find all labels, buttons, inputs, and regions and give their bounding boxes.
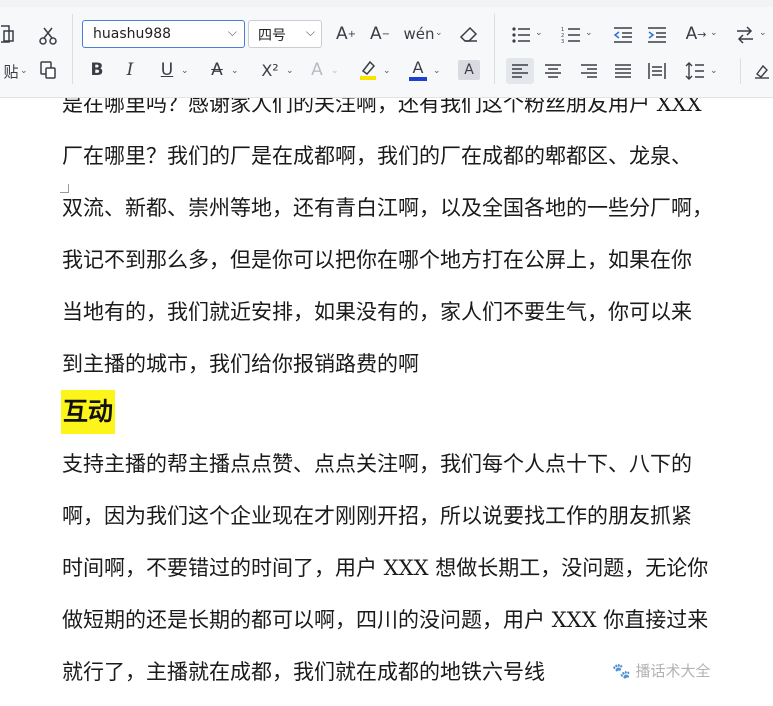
separator — [740, 58, 741, 84]
chevron-down-icon[interactable]: ⌄ — [759, 28, 767, 38]
increase-indent-icon[interactable] — [646, 24, 668, 46]
highlight-icon[interactable] — [356, 58, 380, 82]
chevron-down-icon[interactable]: ⌄ — [331, 66, 339, 76]
text-effect-icon[interactable]: A — [306, 58, 328, 82]
ribbon-toolbar: 贴 ⌄ huashu988 ⌵ 四号 ⌵ A + A − wén ⌄ B I U ⌄… — [0, 0, 773, 98]
bold-icon[interactable]: B — [86, 58, 108, 82]
styles-icon[interactable] — [752, 60, 772, 82]
align-right-icon[interactable] — [578, 60, 600, 82]
sort-icon[interactable] — [734, 24, 756, 46]
text-line: 啊，因为我们这个企业现在才刚刚开招，所以说要找工作的朋友抓紧 — [62, 504, 692, 528]
format-painter-icon[interactable] — [36, 58, 60, 82]
align-left-icon[interactable] — [506, 58, 534, 84]
text-line: 是在哪里吗？感谢家人们的关注啊，还有我们这个粉丝朋友用户 XXX — [62, 98, 702, 116]
cut-icon[interactable] — [36, 24, 60, 48]
strikethrough-icon[interactable]: A — [206, 58, 228, 82]
text-line: 厂在哪里？我们的厂是在成都啊，我们的厂在成都的郫都区、龙泉、 — [62, 144, 692, 168]
document-canvas[interactable]: 是在哪里吗？感谢家人们的关注啊，还有我们这个粉丝朋友用户 XXX 厂在哪里？我们… — [0, 98, 773, 706]
text-line: 双流、新都、崇州等地，还有青白江啊，以及全国各地的一些分厂啊， — [62, 196, 713, 220]
font-name-combobox[interactable]: huashu988 ⌵ — [82, 20, 245, 48]
bullets-icon[interactable] — [510, 24, 532, 46]
font-name-value: huashu988 — [93, 26, 172, 42]
paragraph-body-2[interactable]: 支持主播的帮主播点点赞、点点关注啊，我们每个人点十下、八下的 啊，因为我们这个企… — [62, 438, 762, 698]
watermark: 🐾 播话术大全 — [612, 662, 711, 680]
chevron-down-icon[interactable]: ⌄ — [710, 28, 718, 38]
decrease-indent-icon[interactable] — [612, 24, 634, 46]
paste-label: 贴 — [3, 62, 19, 81]
text-line: 时间啊，不要错过的时间了，用户 XXX 想做长期工，没问题，无论你 — [62, 556, 709, 580]
chevron-down-icon[interactable]: ⌵ — [306, 25, 315, 40]
chevron-down-icon[interactable]: ⌄ — [435, 28, 443, 38]
align-center-icon[interactable] — [542, 60, 564, 82]
justify-icon[interactable] — [612, 60, 634, 82]
chevron-down-icon[interactable]: ⌄ — [433, 66, 441, 76]
grow-font-icon[interactable]: A + — [334, 22, 358, 46]
text-line: 到主播的城市，我们给你报销路费的啊 — [62, 352, 419, 376]
text-line: 我记不到那么多，但是你可以把你在哪个地方打在公屏上，如果在你 — [62, 248, 692, 272]
separator — [494, 14, 495, 84]
superscript-icon[interactable]: X² — [256, 58, 284, 82]
chevron-down-icon[interactable]: ⌄ — [231, 66, 239, 76]
char-shading-icon[interactable]: A — [458, 60, 480, 80]
paste-button[interactable]: 贴 — [0, 60, 22, 82]
copy-icon[interactable] — [0, 22, 18, 46]
section-heading[interactable]: 互动 — [61, 390, 116, 434]
chevron-down-icon[interactable]: ⌄ — [535, 28, 543, 38]
font-color-icon[interactable]: A — [406, 58, 430, 82]
clear-format-icon[interactable] — [457, 24, 481, 46]
chevron-down-icon[interactable]: ⌄ — [181, 66, 189, 76]
chevron-down-icon[interactable]: ⌄ — [286, 66, 294, 76]
ribbon-top-strip — [0, 0, 773, 7]
chevron-down-icon[interactable]: ⌄ — [585, 28, 593, 38]
chevron-down-icon[interactable]: ⌄ — [383, 66, 391, 76]
text-direction-icon[interactable]: A͏→ — [684, 22, 708, 46]
font-size-value: 四号 — [258, 28, 286, 44]
underline-icon[interactable]: U — [156, 58, 178, 82]
text-line: 当地有的，我们就近安排，如果没有的，家人们不要生气，你可以来 — [62, 300, 692, 324]
paragraph-body-1[interactable]: 是在哪里吗？感谢家人们的关注啊，还有我们这个粉丝朋友用户 XXX 厂在哪里？我们… — [62, 98, 762, 390]
svg-text:3: 3 — [561, 39, 564, 44]
distributed-icon[interactable] — [646, 60, 668, 82]
line-spacing-icon[interactable] — [684, 60, 706, 82]
chevron-down-icon[interactable]: ⌵ — [228, 25, 237, 40]
paste-chevron-down-icon[interactable]: ⌄ — [20, 66, 28, 76]
font-size-combobox[interactable]: 四号 ⌵ — [248, 20, 322, 48]
shrink-font-icon[interactable]: A − — [368, 22, 392, 46]
text-line: 支持主播的帮主播点点赞、点点关注啊，我们每个人点十下、八下的 — [62, 452, 692, 476]
text-line: 做短期的还是长期的都可以啊，四川的没问题，用户 XXX 你直接过来 — [62, 608, 709, 632]
italic-icon[interactable]: I — [119, 58, 141, 82]
phonetic-guide-icon[interactable]: wén — [404, 22, 435, 46]
separator — [72, 14, 73, 84]
chevron-down-icon[interactable]: ⌄ — [710, 66, 718, 76]
numbering-icon[interactable]: 123 — [560, 24, 582, 46]
superscript-label: X² — [261, 60, 279, 80]
